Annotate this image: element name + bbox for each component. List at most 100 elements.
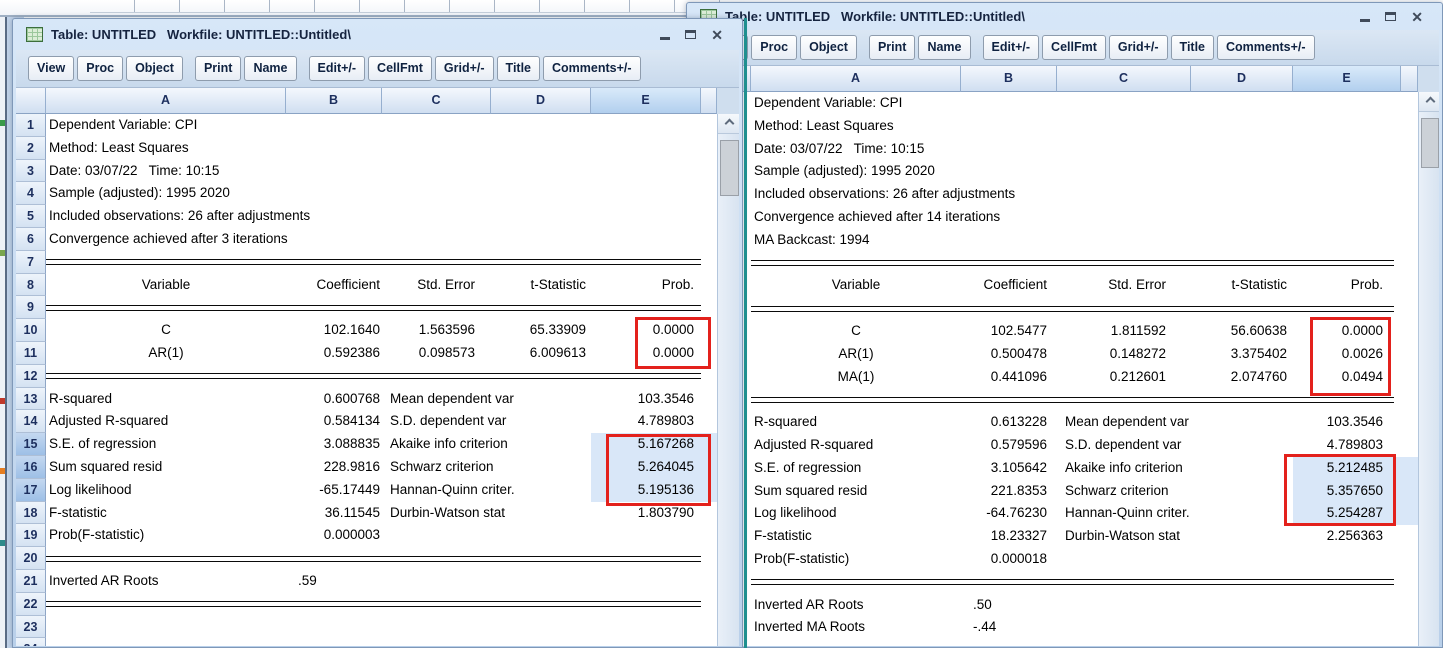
- roots-value[interactable]: .59: [286, 570, 382, 593]
- stat-value[interactable]: 221.8353: [961, 480, 1057, 503]
- maximize-icon[interactable]: [685, 30, 697, 39]
- header-variable[interactable]: Variable: [751, 274, 961, 297]
- stat-value[interactable]: 36.11545: [286, 502, 382, 525]
- stat-label[interactable]: S.D. dependent var: [382, 410, 591, 433]
- stat-label[interactable]: Prob(F-statistic): [751, 548, 961, 571]
- title-button[interactable]: Title: [496, 56, 541, 81]
- header-coefficient[interactable]: Coefficient: [961, 274, 1057, 297]
- std-error-cell[interactable]: 0.098573: [382, 342, 491, 365]
- info-cell[interactable]: Date: 03/07/22 Time: 10:15: [751, 138, 1401, 161]
- stat-value[interactable]: 4.789803: [591, 410, 701, 433]
- stat-value[interactable]: 0.579596: [961, 434, 1057, 457]
- stat-value[interactable]: 3.105642: [961, 457, 1057, 480]
- info-cell[interactable]: Dependent Variable: CPI: [751, 92, 1401, 115]
- column-header-c[interactable]: C: [382, 88, 491, 114]
- info-cell[interactable]: Sample (adjusted): 1995 2020: [46, 182, 701, 205]
- roots-label[interactable]: Inverted AR Roots: [46, 570, 286, 593]
- coefficient-cell[interactable]: 102.1640: [286, 319, 382, 342]
- minimize-icon[interactable]: [1360, 18, 1371, 22]
- std-error-cell[interactable]: 1.563596: [382, 319, 491, 342]
- header-t-statistic[interactable]: t-Statistic: [491, 274, 591, 297]
- stat-value[interactable]: -65.17449: [286, 479, 382, 502]
- left-vertical-scrollbar[interactable]: [717, 114, 739, 646]
- row-number[interactable]: 14: [16, 410, 46, 434]
- header-prob[interactable]: Prob.: [1293, 274, 1401, 297]
- stat-label[interactable]: Prob(F-statistic): [46, 524, 286, 547]
- header-prob[interactable]: Prob.: [591, 274, 701, 297]
- stat-label[interactable]: Mean dependent var: [382, 388, 591, 411]
- row-number[interactable]: 19: [16, 524, 46, 548]
- roots-value[interactable]: -.44: [961, 616, 1057, 639]
- row-number[interactable]: 20: [16, 547, 46, 570]
- close-icon[interactable]: ✕: [711, 28, 723, 42]
- coefficient-cell[interactable]: 0.500478: [961, 343, 1057, 366]
- row-number[interactable]: 3: [16, 159, 46, 183]
- info-cell[interactable]: Convergence achieved after 3 iterations: [46, 228, 701, 251]
- info-cell[interactable]: Included observations: 26 after adjustme…: [46, 205, 701, 228]
- column-header-a[interactable]: A: [751, 66, 961, 92]
- t-statistic-cell[interactable]: 2.074760: [1191, 366, 1293, 389]
- stat-label[interactable]: Sum squared resid: [46, 456, 286, 479]
- variable-cell[interactable]: AR(1): [46, 342, 286, 365]
- column-header-c[interactable]: C: [1057, 66, 1191, 92]
- minimize-icon[interactable]: [660, 36, 671, 40]
- header-t-statistic[interactable]: t-Statistic: [1191, 274, 1293, 297]
- stat-value[interactable]: 0.600768: [286, 388, 382, 411]
- info-cell[interactable]: Included observations: 26 after adjustme…: [751, 183, 1401, 206]
- stat-label[interactable]: R-squared: [751, 411, 961, 434]
- row-number[interactable]: 1: [16, 114, 46, 137]
- column-header-d[interactable]: D: [491, 88, 591, 114]
- row-number[interactable]: 24: [16, 638, 46, 646]
- stat-value[interactable]: 103.3546: [591, 388, 701, 411]
- stat-value[interactable]: 2.256363: [1293, 525, 1401, 548]
- header-std-error[interactable]: Std. Error: [1057, 274, 1191, 297]
- roots-value[interactable]: .50: [961, 594, 1057, 617]
- row-number[interactable]: 9: [16, 296, 46, 320]
- variable-cell[interactable]: C: [46, 319, 286, 342]
- column-header-a[interactable]: A: [46, 88, 286, 114]
- std-error-cell[interactable]: 0.148272: [1057, 343, 1191, 366]
- row-number[interactable]: 18: [16, 501, 46, 525]
- coefficient-cell[interactable]: 102.5477: [961, 320, 1057, 343]
- stat-value[interactable]: 103.3546: [1293, 411, 1401, 434]
- info-cell[interactable]: Convergence achieved after 14 iterations: [751, 206, 1401, 229]
- stat-label[interactable]: Akaike info criterion: [1057, 457, 1293, 480]
- roots-label[interactable]: Inverted AR Roots: [751, 594, 961, 617]
- stat-value[interactable]: 3.088835: [286, 433, 382, 456]
- maximize-icon[interactable]: [1385, 12, 1397, 21]
- header-coefficient[interactable]: Coefficient: [286, 274, 382, 297]
- stat-label[interactable]: S.E. of regression: [46, 433, 286, 456]
- coefficient-cell[interactable]: 0.592386: [286, 342, 382, 365]
- cellfmt-button[interactable]: CellFmt: [1042, 35, 1106, 60]
- info-cell[interactable]: Date: 03/07/22 Time: 10:15: [46, 160, 701, 183]
- header-variable[interactable]: Variable: [46, 274, 286, 297]
- title-button[interactable]: Title: [1170, 35, 1215, 60]
- scroll-up-button[interactable]: [718, 114, 739, 134]
- row-number[interactable]: 8: [16, 273, 46, 297]
- stat-value[interactable]: 0.584134: [286, 410, 382, 433]
- stat-label[interactable]: S.D. dependent var: [1057, 434, 1293, 457]
- row-number-selected[interactable]: 16: [16, 455, 46, 479]
- stat-label[interactable]: Hannan-Quinn criter.: [1057, 502, 1293, 525]
- info-cell[interactable]: Sample (adjusted): 1995 2020: [751, 160, 1401, 183]
- stat-label[interactable]: Akaike info criterion: [382, 433, 591, 456]
- stat-label[interactable]: Hannan-Quinn criter.: [382, 479, 591, 502]
- stat-label[interactable]: Durbin-Watson stat: [1057, 525, 1293, 548]
- variable-cell[interactable]: C: [751, 320, 961, 343]
- stat-label[interactable]: Schwarz criterion: [1057, 480, 1293, 503]
- stat-value[interactable]: 0.000003: [286, 524, 382, 547]
- row-number[interactable]: 12: [16, 364, 46, 388]
- t-statistic-cell[interactable]: 3.375402: [1191, 343, 1293, 366]
- stat-value[interactable]: 228.9816: [286, 456, 382, 479]
- stat-label[interactable]: Sum squared resid: [751, 480, 961, 503]
- object-button[interactable]: Object: [126, 56, 183, 81]
- stat-label[interactable]: F-statistic: [46, 502, 286, 525]
- column-header-e[interactable]: E: [1293, 66, 1401, 92]
- stat-value[interactable]: 18.23327: [961, 525, 1057, 548]
- stat-label[interactable]: Log likelihood: [46, 479, 286, 502]
- column-header-d[interactable]: D: [1191, 66, 1293, 92]
- scrollbar-thumb[interactable]: [720, 140, 739, 196]
- grid-button[interactable]: Grid+/-: [1108, 35, 1168, 60]
- info-cell[interactable]: MA Backcast: 1994: [751, 229, 1401, 252]
- roots-label[interactable]: Inverted MA Roots: [751, 616, 961, 639]
